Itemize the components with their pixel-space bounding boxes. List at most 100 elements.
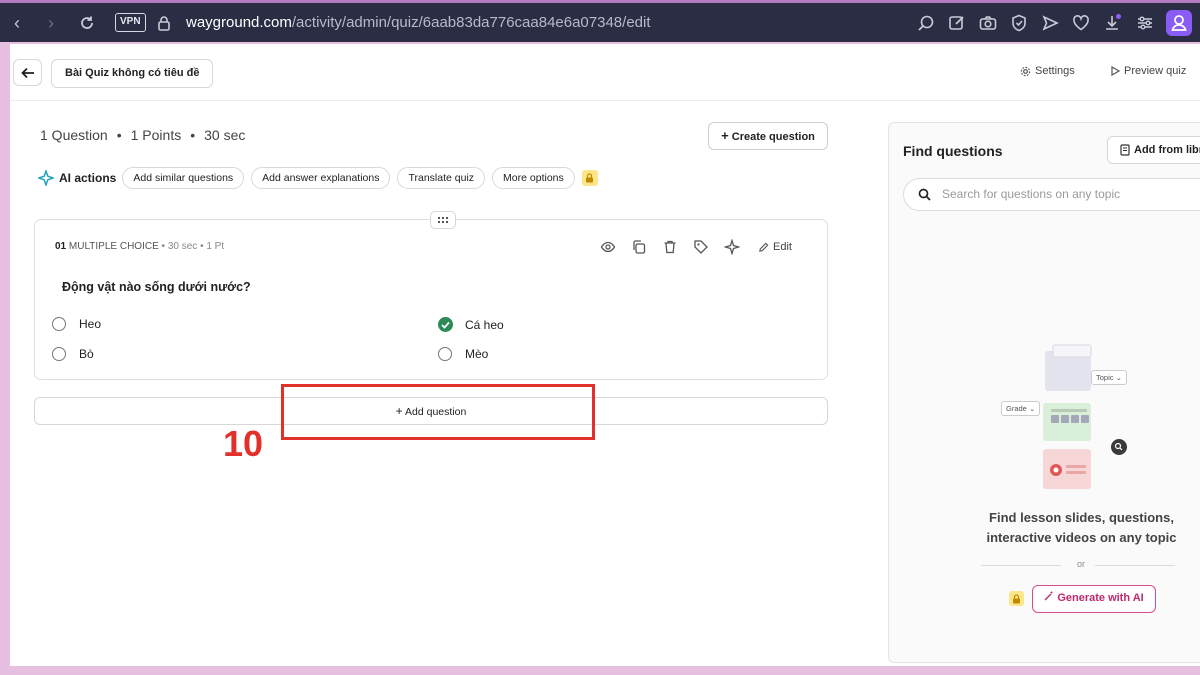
- address-bar[interactable]: wayground.com/activity/admin/quiz/6aab83…: [186, 14, 651, 31]
- time-total: 30 sec: [204, 127, 246, 143]
- generate-with-ai-button[interactable]: Generate with AI: [1032, 585, 1156, 613]
- edit-question-button[interactable]: Edit: [758, 241, 792, 253]
- browser-toolbar: ‹ › VPN wayground.com/activity/admin/qui…: [0, 0, 1200, 42]
- edit-page-icon[interactable]: [947, 13, 967, 33]
- answer-text: Cá heo: [465, 317, 504, 332]
- illus-grade-label: Grade: [1006, 404, 1027, 413]
- settings-label: Settings: [1035, 65, 1075, 77]
- add-from-library-button[interactable]: Add from libra: [1107, 136, 1200, 164]
- heart-icon[interactable]: [1071, 13, 1091, 33]
- plus-icon: +: [721, 128, 729, 143]
- question-meta: 01 MULTIPLE CHOICE • 30 sec • 1 Pt: [55, 241, 225, 252]
- separator: •: [190, 127, 196, 143]
- annotation-step-number: 10: [223, 423, 264, 464]
- add-answer-explanations-chip[interactable]: Add answer explanations: [251, 167, 391, 189]
- url-path: /activity/admin/quiz/6aab83da776caa84e6a…: [291, 14, 651, 31]
- reload-icon[interactable]: [76, 12, 98, 34]
- or-label: or: [1077, 559, 1086, 569]
- drag-handle-icon[interactable]: [430, 211, 456, 229]
- answer-text: Heo: [79, 317, 102, 331]
- zoom-icon[interactable]: [916, 13, 936, 33]
- answer-option: Bò: [52, 347, 94, 361]
- illus-grade-tag: Grade ⌄: [1001, 401, 1041, 416]
- search-placeholder: Search for questions on any topic: [942, 187, 1121, 201]
- question-type: MULTIPLE CHOICE: [68, 241, 159, 252]
- question-points: 1 Pt: [206, 241, 225, 252]
- sliders-icon[interactable]: [1135, 13, 1155, 33]
- translate-quiz-chip[interactable]: Translate quiz: [397, 167, 486, 189]
- add-similar-questions-chip[interactable]: Add similar questions: [122, 167, 245, 189]
- generate-with-ai-label: Generate with AI: [1057, 592, 1144, 604]
- lock-icon: [1009, 591, 1024, 606]
- back-nav-icon[interactable]: ‹: [6, 12, 28, 34]
- empty-state-line: Find lesson slides, questions,: [989, 510, 1174, 525]
- magic-wand-icon: [1044, 591, 1053, 601]
- preview-label: Preview quiz: [1124, 65, 1187, 77]
- question-time: 30 sec: [167, 241, 198, 252]
- arrow-left-icon: [20, 67, 34, 78]
- tag-icon[interactable]: [693, 239, 709, 255]
- question-card[interactable]: 01 MULTIPLE CHOICE • 30 sec • 1 Pt Edit …: [34, 211, 828, 380]
- quiz-summary: 1 Question • 1 Points • 30 sec: [40, 127, 245, 143]
- download-icon[interactable]: [1102, 13, 1122, 33]
- quiz-editor-page: Bài Quiz không có tiêu đề Settings Previ…: [10, 44, 1200, 666]
- divider: [981, 565, 1061, 566]
- shield-icon[interactable]: [1009, 13, 1029, 33]
- camera-icon[interactable]: [978, 13, 998, 33]
- more-options-chip[interactable]: More options: [492, 167, 575, 189]
- divider: [1095, 565, 1175, 566]
- ai-sparkle-icon[interactable]: [723, 238, 741, 256]
- send-icon[interactable]: [1040, 13, 1060, 33]
- edit-label: Edit: [773, 241, 792, 253]
- annotation-highlight-box: [281, 384, 595, 440]
- profile-icon[interactable]: [1166, 10, 1192, 36]
- empty-state-illustration: Topic ⌄ Grade ⌄: [1001, 343, 1141, 493]
- empty-state-text: Find lesson slides, questions, interacti…: [919, 508, 1200, 548]
- gear-icon: [1020, 66, 1031, 76]
- add-from-library-label: Add from libra: [1134, 144, 1200, 156]
- answer-text: Bò: [79, 347, 94, 361]
- answer-option: Heo: [52, 317, 101, 331]
- play-icon: [1111, 66, 1120, 76]
- eye-icon[interactable]: [600, 239, 616, 255]
- book-icon: [1120, 144, 1130, 156]
- illus-topic-tag: Topic ⌄: [1091, 370, 1127, 385]
- answer-option-correct: Cá heo: [438, 317, 504, 332]
- forward-nav-icon[interactable]: ›: [40, 12, 62, 34]
- empty-state-line: interactive videos on any topic: [986, 530, 1177, 545]
- question-toolbar: Edit: [600, 238, 792, 256]
- answer-text: Mèo: [465, 347, 489, 361]
- delete-icon[interactable]: [662, 239, 678, 255]
- question-text: Động vật nào sống dưới nước?: [62, 280, 251, 294]
- preview-quiz-button[interactable]: Preview quiz: [1111, 65, 1186, 77]
- settings-button[interactable]: Settings: [1020, 65, 1075, 77]
- create-question-button[interactable]: + Create question: [708, 122, 828, 150]
- search-questions-input[interactable]: Search for questions on any topic: [903, 178, 1200, 211]
- question-count: 1 Question: [40, 127, 108, 143]
- question-number: 01: [55, 241, 67, 252]
- vpn-badge[interactable]: VPN: [115, 13, 146, 32]
- find-questions-panel: Find questions Add from libra Search for…: [888, 122, 1200, 663]
- editor-header: Bài Quiz không có tiêu đề Settings Previ…: [10, 44, 1200, 101]
- radio-empty-icon: [52, 317, 66, 331]
- quiz-title-button[interactable]: Bài Quiz không có tiêu đề: [51, 59, 214, 88]
- pencil-icon: [759, 242, 769, 252]
- separator: •: [116, 127, 122, 143]
- radio-empty-icon: [438, 347, 452, 361]
- points-count: 1 Points: [130, 127, 182, 143]
- lock-icon[interactable]: [153, 12, 175, 34]
- ai-actions-label: AI actions: [59, 171, 117, 185]
- radio-empty-icon: [52, 347, 66, 361]
- lock-icon: [581, 170, 598, 186]
- create-question-label: Create question: [731, 131, 815, 143]
- illus-topic-label: Topic: [1096, 373, 1114, 382]
- url-host: wayground.com: [186, 14, 292, 31]
- duplicate-icon[interactable]: [631, 239, 647, 255]
- ai-sparkle-icon: [38, 170, 54, 186]
- back-button[interactable]: [13, 59, 42, 86]
- search-icon: [918, 188, 931, 201]
- answer-option: Mèo: [438, 347, 488, 361]
- check-circle-icon: [438, 317, 453, 332]
- find-questions-title: Find questions: [903, 143, 1003, 159]
- ai-actions-row: AI actions Add similar questions Add ans…: [38, 166, 598, 190]
